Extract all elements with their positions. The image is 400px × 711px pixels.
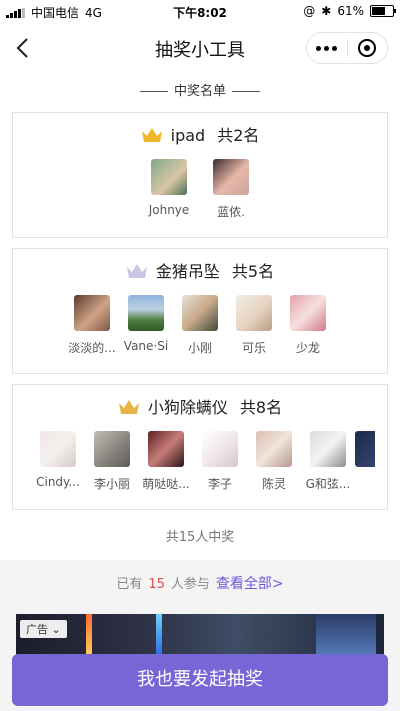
prize-name: 小狗除螨仪	[147, 398, 228, 417]
avatar	[290, 295, 326, 331]
avatar	[236, 295, 272, 331]
avatar	[148, 431, 184, 467]
winner[interactable]: 李小丽	[85, 431, 139, 492]
winner[interactable]: 陈灵	[247, 431, 301, 492]
winner[interactable]	[355, 431, 375, 492]
winner-list-panel: 中奖名单 ipad 共2名 Johnye 蓝侬. 金猪吊坠 共5名 淡淡的...…	[0, 74, 400, 560]
winner-name: 李小丽	[93, 477, 130, 491]
avatar	[202, 431, 238, 467]
winner[interactable]: Johnye	[142, 159, 196, 220]
winner[interactable]: 少龙	[281, 295, 335, 356]
avatar	[310, 431, 346, 467]
ad-decoration	[316, 614, 376, 656]
winner-name: Johnye	[148, 203, 190, 217]
more-menu-button[interactable]	[307, 33, 347, 63]
winner[interactable]: Vane·Si	[119, 295, 173, 356]
winner-name: 陈灵	[261, 477, 286, 491]
prize-name: 金猪吊坠	[155, 262, 220, 281]
prize-card-2: 金猪吊坠 共5名 淡淡的... Vane·Si 小刚 可乐 少龙	[12, 248, 388, 374]
bronze-crown-icon	[118, 400, 139, 414]
winner[interactable]: 蓝侬.	[204, 159, 258, 220]
winner-name: 淡淡的...	[68, 341, 116, 355]
view-all-link[interactable]: 查看全部>	[216, 576, 284, 592]
winner-name: 蓝侬.	[217, 205, 245, 219]
winner[interactable]: G和弦...	[301, 431, 355, 492]
battery-icon	[370, 5, 396, 17]
winner[interactable]: 李子	[193, 431, 247, 492]
prize-heading: 金猪吊坠 共5名	[13, 261, 387, 283]
ad-decoration	[156, 614, 162, 656]
avatar	[256, 431, 292, 467]
bluetooth-icon: ✱	[321, 4, 332, 18]
winner[interactable]: Cindy...	[31, 431, 85, 492]
prize-name: ipad	[170, 126, 206, 145]
start-lottery-button[interactable]: 我也要发起抽奖	[12, 654, 388, 706]
winner-name: Vane·Si	[123, 339, 169, 353]
winner-name: 可乐	[241, 341, 266, 355]
winner[interactable]: 小刚	[173, 295, 227, 356]
prize-card-1: ipad 共2名 Johnye 蓝侬.	[12, 112, 388, 238]
avatar	[128, 295, 164, 331]
avatar	[94, 431, 130, 467]
winner-name: 小刚	[187, 341, 212, 355]
avatar	[74, 295, 110, 331]
status-right: @ ✱ 61%	[303, 4, 396, 18]
winner-name: 少龙	[295, 341, 320, 355]
participation-suffix: 人参与	[170, 577, 210, 592]
status-bar: 中国电信 4G 下午8:02 @ ✱ 61%	[0, 0, 400, 22]
section-title: 中奖名单	[0, 80, 400, 99]
prize-heading: ipad 共2名	[13, 125, 387, 147]
winner-row: 淡淡的... Vane·Si 小刚 可乐 少龙	[13, 295, 387, 356]
gold-crown-icon	[141, 128, 162, 142]
winner-name: 萌哒哒...	[142, 477, 190, 491]
ad-tag-label: 广告	[26, 623, 48, 636]
silver-crown-icon	[126, 264, 147, 278]
participation-prefix: 已有	[116, 577, 143, 592]
ad-tag[interactable]: 广告 ⌄	[20, 620, 67, 638]
prize-count: 共2名	[217, 126, 260, 145]
winner-row: Johnye 蓝侬.	[13, 159, 387, 220]
avatar	[355, 431, 375, 467]
avatar	[151, 159, 187, 195]
close-mini-program-button[interactable]	[347, 33, 387, 63]
winner[interactable]: 可乐	[227, 295, 281, 356]
participation-row: 已有 15 人参与 查看全部>	[0, 560, 400, 608]
target-icon	[358, 39, 377, 57]
avatar	[182, 295, 218, 331]
ad-decoration	[86, 614, 92, 656]
avatar	[213, 159, 249, 195]
total-winners: 共15人中奖	[165, 530, 235, 545]
navigation-bar: 抽奖小工具	[0, 22, 400, 74]
battery-percent: 61%	[337, 4, 364, 18]
ad-banner[interactable]: 广告 ⌄	[16, 614, 384, 656]
location-icon: @	[303, 4, 316, 18]
avatar	[40, 431, 76, 467]
prize-count: 共5名	[231, 262, 275, 281]
winner[interactable]: 萌哒哒...	[139, 431, 193, 492]
winner[interactable]: 淡淡的...	[65, 295, 119, 356]
mini-program-capsule	[306, 32, 388, 64]
winner-name: G和弦...	[305, 477, 351, 491]
prize-heading: 小狗除螨仪 共8名	[13, 397, 387, 419]
prize-count: 共8名	[239, 398, 283, 417]
winner-row-scroll[interactable]: Cindy... 李小丽 萌哒哒... 李子 陈灵 G和弦...	[31, 431, 387, 492]
winner-name: Cindy...	[36, 475, 80, 489]
chevron-down-icon: ⌄	[48, 623, 61, 636]
winner-name: 李子	[207, 477, 232, 491]
prize-card-3: 小狗除螨仪 共8名 Cindy... 李小丽 萌哒哒... 李子 陈灵 G和弦.…	[12, 384, 388, 510]
participant-count: 15	[148, 577, 165, 592]
